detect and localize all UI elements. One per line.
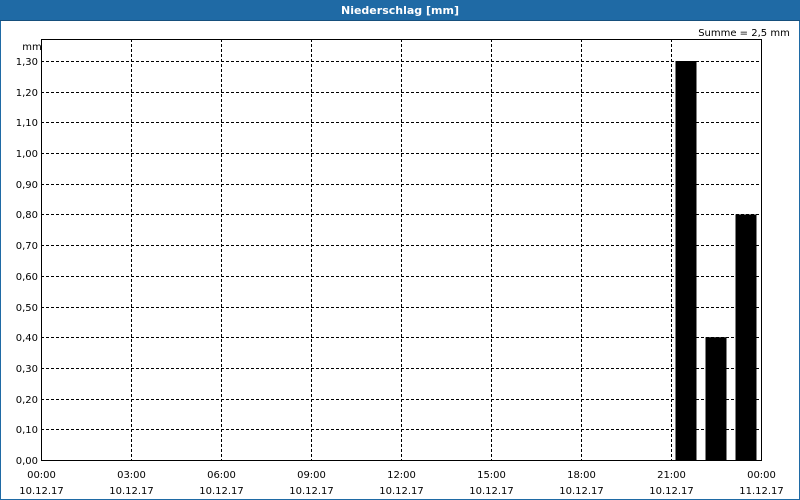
precipitation-bar [735, 214, 757, 460]
y-tick-label: 0,70 [16, 241, 38, 252]
y-tick-label: 0,60 [16, 272, 38, 283]
x-tick-date: 10.12.17 [559, 486, 604, 497]
precipitation-bar [705, 337, 727, 460]
x-tick-time: 12:00 [387, 470, 416, 481]
y-tick-label: 0,10 [16, 425, 38, 436]
x-tick-date: 10.12.17 [289, 486, 334, 497]
y-tick-label: 1,00 [16, 149, 38, 160]
x-tick-date: 11.12.17 [739, 486, 784, 497]
x-tick-time: 15:00 [477, 470, 506, 481]
y-tick-label: 1,20 [16, 88, 38, 99]
x-tick-date: 10.12.17 [379, 486, 424, 497]
y-tick-label: 0,80 [16, 210, 38, 221]
y-tick-label: 1,10 [16, 118, 38, 129]
x-tick-date: 10.12.17 [19, 486, 64, 497]
x-tick-date: 10.12.17 [199, 486, 244, 497]
grid [41, 39, 761, 460]
y-tick-label: 0,00 [16, 456, 38, 467]
x-axis-ticks: 00:00 10.12.17 03:00 10.12.17 06:00 10.12.17 0… [19, 470, 784, 497]
x-tick-date: 10.12.17 [469, 486, 514, 497]
precipitation-bar [675, 61, 697, 460]
x-tick-time: 00:00 [27, 470, 56, 481]
bars [675, 61, 757, 460]
y-axis-unit: mm [22, 42, 41, 53]
x-tick-time: 18:00 [567, 470, 596, 481]
x-tick-time: 03:00 [117, 470, 146, 481]
x-tick-time: 09:00 [297, 470, 326, 481]
x-tick-date: 10.12.17 [109, 486, 154, 497]
y-axis-ticks: 0,00 0,10 0,20 0,30 0,40 0,50 0,60 0,70 0,80 0,90… [16, 57, 38, 467]
x-tick-time: 21:00 [657, 470, 686, 481]
y-tick-label: 0,40 [16, 333, 38, 344]
y-tick-label: 1,30 [16, 57, 38, 68]
sum-annotation: Summe = 2,5 mm [698, 28, 790, 39]
y-tick-label: 0,50 [16, 303, 38, 314]
x-tick-date: 10.12.17 [649, 486, 694, 497]
y-tick-label: 0,30 [16, 364, 38, 375]
y-tick-label: 0,20 [16, 395, 38, 406]
precipitation-chart: Summe = 2,5 mm mm 0,000,100,200,300,400,… [16, 28, 790, 497]
x-tick-time: 06:00 [207, 470, 236, 481]
y-tick-label: 0,90 [16, 180, 38, 191]
x-tick-time: 00:00 [747, 470, 776, 481]
